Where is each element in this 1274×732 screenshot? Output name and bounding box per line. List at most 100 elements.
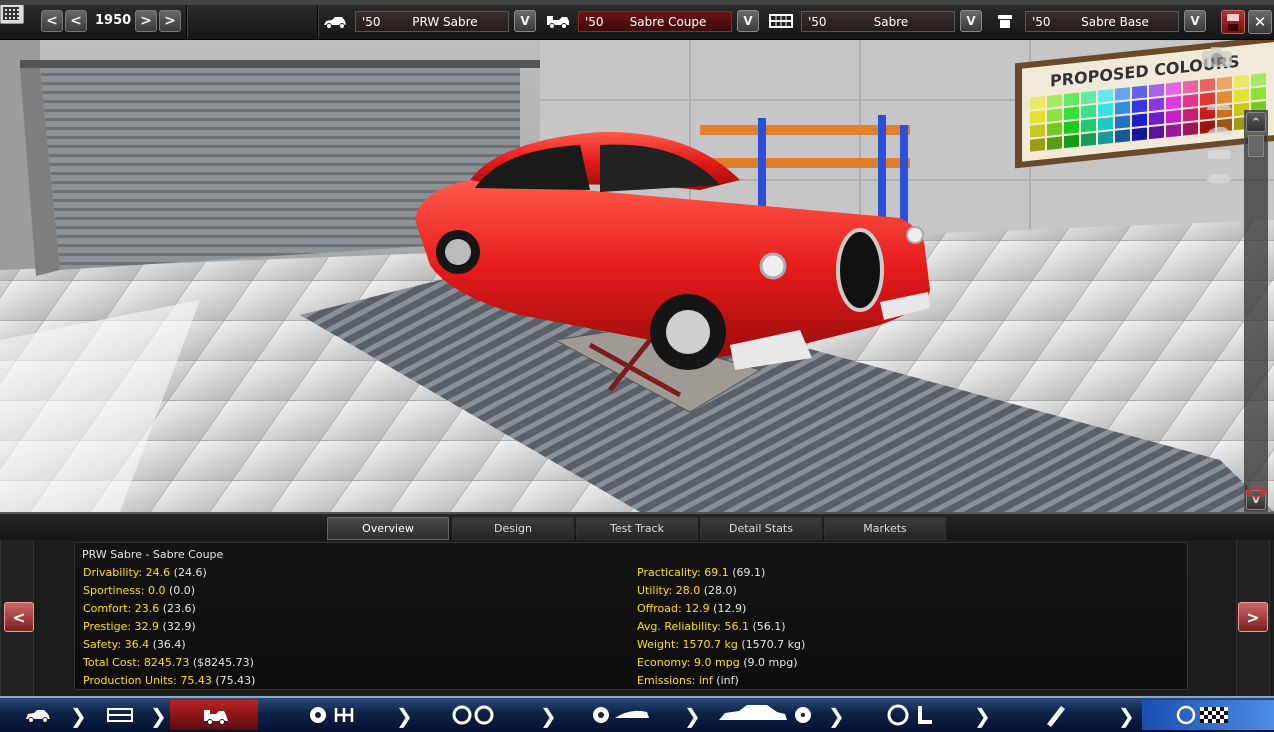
next-car-button[interactable]: >	[1238, 602, 1268, 632]
stats-left-column: Drivability: 24.6 (24.6) Sportiness: 0.0 …	[83, 566, 255, 692]
tab-overview[interactable]: Overview	[327, 517, 449, 540]
colour-swatch	[1200, 78, 1215, 92]
model-year: '50	[362, 15, 381, 29]
stat-base-value: (23.6)	[159, 602, 196, 615]
colour-swatch	[1132, 85, 1147, 100]
year-forward-fast-button[interactable]: >	[159, 10, 181, 32]
year-forward-button[interactable]: >	[135, 10, 157, 32]
stat-row: Production Units: 75.43 (75.43)	[83, 674, 255, 692]
car-3d-viewport[interactable]: PROPOSED COLOURS ^ V	[0, 40, 1274, 512]
colour-swatch	[1115, 101, 1130, 115]
car-view-front-icon[interactable]	[1204, 98, 1234, 114]
nav-engine-gearbox[interactable]	[300, 700, 390, 730]
nav-steering-interior[interactable]	[880, 700, 965, 730]
car-view-top-icon[interactable]	[1204, 168, 1234, 186]
colour-swatch	[1166, 95, 1181, 110]
checker-cell	[1216, 715, 1220, 719]
trim-field[interactable]: '50 Sabre Coupe	[578, 11, 732, 32]
top-toolbar: < < 1950 > > '50 PRW Sabre V '50 Sabre C…	[0, 0, 1274, 40]
stat-value: Production Units: 75.43	[83, 674, 212, 687]
nav-body-cooling[interactable]	[715, 700, 820, 730]
car-view-side-icon[interactable]	[1204, 122, 1234, 138]
model-field[interactable]: '50 PRW Sabre	[355, 11, 509, 32]
toolbar-divider	[186, 6, 188, 38]
tab-detail-stats[interactable]: Detail Stats	[700, 517, 822, 540]
stat-row: Safety: 36.4 (36.4)	[83, 638, 255, 656]
stat-row: Avg. Reliability: 56.1 (56.1)	[637, 620, 805, 638]
suspension-icon	[593, 707, 649, 723]
engine-dropdown-button[interactable]: V	[1184, 10, 1206, 32]
stat-row: Utility: 28.0 (28.0)	[637, 584, 805, 602]
stat-row: Weight: 1570.7 kg (1570.7 kg)	[637, 638, 805, 656]
stat-base-value: (inf)	[712, 674, 739, 687]
checker-cell	[1204, 719, 1208, 723]
nav-separator-icon: ❯	[974, 704, 991, 728]
camera-icon[interactable]	[1198, 44, 1238, 70]
stat-base-value: (12.9)	[709, 602, 747, 615]
colour-swatch	[1183, 94, 1198, 108]
colour-swatch	[1064, 134, 1079, 149]
previous-car-button[interactable]: <	[4, 602, 34, 632]
stat-value: Emissions: inf	[637, 674, 713, 687]
calendar-icon[interactable]	[0, 0, 1274, 24]
year-back-button[interactable]: <	[65, 10, 87, 32]
engine-gearbox-icon	[310, 707, 354, 723]
stat-base-value: (36.4)	[149, 638, 186, 651]
nav-suspension[interactable]	[585, 700, 675, 730]
checker-cell	[1200, 711, 1204, 715]
stat-base-value: (75.43)	[211, 674, 256, 687]
tab-design[interactable]: Design	[452, 517, 574, 540]
stat-base-value: (56.1)	[749, 620, 786, 633]
nav-wheels[interactable]	[440, 700, 530, 730]
stat-value: Weight: 1570.7 kg	[637, 638, 738, 651]
nav-separator-icon: ❯	[828, 704, 845, 728]
nav-separator-icon: ❯	[1118, 704, 1135, 728]
chassis-field[interactable]: '50 Sabre	[801, 11, 955, 32]
nav-separator-icon: ❯	[150, 704, 167, 728]
checker-cell	[1212, 715, 1216, 719]
nav-race-test[interactable]	[1142, 700, 1274, 730]
stat-value: Offroad: 12.9	[637, 602, 710, 615]
engine-name: Sabre Base	[1081, 15, 1149, 29]
nav-car-trim[interactable]	[170, 700, 258, 730]
scroll-up-button[interactable]: ^	[1246, 112, 1266, 132]
chassis-icon	[107, 708, 133, 722]
engine-field[interactable]: '50 Sabre Base	[1025, 11, 1179, 32]
car-view-rear-icon[interactable]	[1204, 146, 1234, 162]
tab-test-track[interactable]: Test Track	[576, 517, 698, 540]
colour-swatch	[1064, 92, 1079, 107]
scroll-thumb[interactable]	[1248, 135, 1264, 157]
colour-swatch	[1047, 122, 1062, 136]
colour-swatch	[1064, 120, 1079, 135]
stat-value: Total Cost: 8245.73	[83, 656, 190, 669]
car-model-icon	[324, 17, 346, 29]
stat-row: Economy: 9.0 mpg (9.0 mpg)	[637, 656, 805, 674]
close-button[interactable]: ✕	[1248, 10, 1272, 34]
save-icon[interactable]	[1221, 10, 1245, 34]
colour-swatch	[1149, 97, 1164, 112]
model-name: PRW Sabre	[412, 15, 478, 29]
stat-base-value: (69.1)	[728, 566, 766, 579]
nav-chassis[interactable]	[90, 700, 150, 730]
stat-row: Emissions: inf (inf)	[637, 674, 805, 692]
checker-cell	[1224, 715, 1228, 719]
year-back-fast-button[interactable]: <	[41, 10, 63, 32]
stat-row: Prestige: 32.9 (32.9)	[83, 620, 255, 638]
colour-swatch	[1030, 138, 1045, 152]
chassis-dropdown-button[interactable]: V	[960, 10, 982, 32]
nav-car-model[interactable]	[0, 700, 64, 730]
stat-base-value: (32.9)	[159, 620, 196, 633]
colour-swatch	[1234, 88, 1249, 103]
info-tabs: Overview Design Test Track Detail Stats …	[0, 512, 1274, 540]
colour-swatch	[1081, 90, 1096, 105]
nav-exhaust[interactable]	[1025, 700, 1110, 730]
tab-markets[interactable]: Markets	[824, 517, 946, 540]
trim-dropdown-button[interactable]: V	[737, 10, 759, 32]
model-dropdown-button[interactable]: V	[514, 10, 536, 32]
colour-swatch	[1132, 127, 1147, 142]
view-scrollbar[interactable]: ^ V	[1244, 110, 1268, 512]
checker-cell	[1220, 707, 1224, 711]
colour-swatch	[1098, 89, 1113, 103]
rotate-view-icon[interactable]	[1240, 478, 1272, 506]
checker-cell	[1212, 719, 1216, 723]
